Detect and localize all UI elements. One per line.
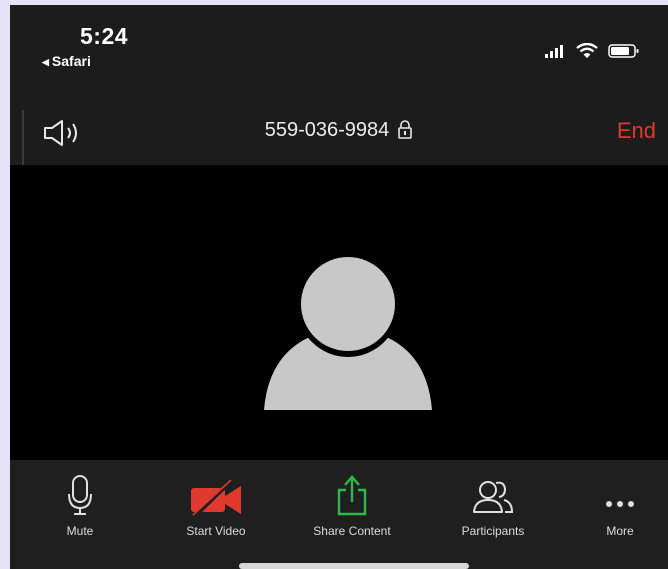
cellular-signal-icon <box>545 45 563 58</box>
share-icon <box>337 475 367 516</box>
more-icon <box>606 501 634 507</box>
mute-button[interactable]: Mute <box>15 472 145 538</box>
participants-button[interactable]: Participants <box>428 472 558 538</box>
video-off-icon <box>191 480 241 516</box>
wifi-icon <box>576 43 598 58</box>
lock-icon <box>397 119 413 145</box>
share-content-label: Share Content <box>313 524 391 538</box>
end-button[interactable]: End <box>617 118 656 144</box>
phone-screen: 5:24 ◀ Safari 559-036-9984 End Mute Star… <box>10 5 668 569</box>
participants-label: Participants <box>461 524 525 538</box>
share-content-button[interactable]: Share Content <box>287 472 417 538</box>
start-video-label: Start Video <box>186 524 246 538</box>
meeting-toolbar: Mute Start Video Share Content Participa… <box>10 460 668 569</box>
home-indicator[interactable] <box>239 563 469 569</box>
avatar-placeholder-icon <box>260 255 436 420</box>
status-icons <box>544 43 640 59</box>
mute-label: Mute <box>66 524 94 538</box>
back-app-label: Safari <box>51 53 91 69</box>
start-video-button[interactable]: Start Video <box>151 472 281 538</box>
more-label: More <box>606 524 634 538</box>
back-arrow-icon: ◀ <box>42 57 49 67</box>
meeting-id-text: 559-036-9984 <box>264 119 390 141</box>
call-header: 559-036-9984 End <box>10 105 668 165</box>
status-bar: 5:24 ◀ Safari <box>10 5 668 105</box>
video-area <box>10 165 668 460</box>
more-button[interactable]: More <box>555 472 668 538</box>
status-time: 5:24 <box>80 23 129 49</box>
microphone-icon <box>68 475 92 515</box>
meeting-id: 559-036-9984 <box>10 119 668 145</box>
battery-icon <box>608 44 639 58</box>
back-to-app-link[interactable]: ◀ Safari <box>42 53 91 69</box>
participants-icon <box>473 481 514 513</box>
